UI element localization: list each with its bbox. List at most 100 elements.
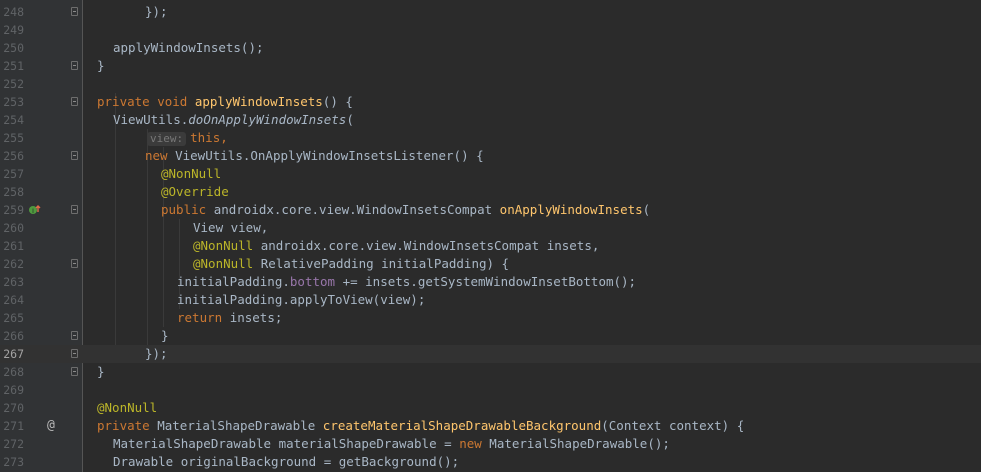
code-token: public (161, 202, 214, 217)
code-token: @NonNull (193, 256, 261, 271)
fold-marker-icon[interactable] (71, 259, 78, 268)
code-token: @NonNull (193, 238, 261, 253)
override-method-icon[interactable]: I (28, 201, 42, 219)
code-token: MaterialShapeDrawable (157, 418, 323, 433)
code-token: createMaterialShapeDrawableBackground (322, 418, 602, 433)
code-token: ViewUtils. (113, 112, 189, 127)
line-number: 266 (3, 329, 24, 343)
line-number: 257 (3, 167, 24, 181)
code-line[interactable]: 272 MaterialShapeDrawable materialShapeDr… (0, 435, 981, 453)
code-text: } (161, 327, 169, 345)
code-line[interactable]: 268} (0, 363, 981, 381)
code-text: private MaterialShapeDrawable createMate… (97, 417, 744, 435)
code-text: Drawable originalBackground = getBackgro… (113, 453, 459, 471)
code-text: } (97, 363, 105, 381)
code-line[interactable]: 269 (0, 381, 981, 399)
code-token: View view, (193, 220, 269, 235)
code-text: }); (145, 3, 168, 21)
code-token: androidx.core.view.WindowInsetsCompat in… (260, 238, 600, 253)
code-line[interactable]: 265 return insets; (0, 309, 981, 327)
code-line[interactable]: 258 @Override (0, 183, 981, 201)
code-line[interactable]: 251} (0, 57, 981, 75)
code-line[interactable]: 255 view: this, (0, 129, 981, 147)
code-line[interactable]: 254 ViewUtils.doOnApplyWindowInsets( (0, 111, 981, 129)
code-line[interactable]: 263 initialPadding.bottom += insets.getSy… (0, 273, 981, 291)
at-annotation-icon[interactable]: @ (47, 417, 55, 435)
code-text: @NonNull androidx.core.view.WindowInsets… (193, 237, 599, 255)
line-number: 256 (3, 149, 24, 163)
code-line[interactable]: 266} (0, 327, 981, 345)
code-text: @NonNull RelativePadding initialPadding)… (193, 255, 509, 273)
code-line[interactable]: 267}); (0, 345, 981, 363)
parameter-hint: view: (147, 132, 187, 146)
code-line[interactable]: 262 @NonNull RelativePadding initialPaddi… (0, 255, 981, 273)
code-line[interactable]: 270 @NonNull (0, 399, 981, 417)
code-text: initialPadding.applyToView(view); (177, 291, 425, 309)
code-line[interactable]: 257 @NonNull (0, 165, 981, 183)
code-line[interactable]: 256 new ViewUtils.OnApplyWindowInsetsList… (0, 147, 981, 165)
code-token: MaterialShapeDrawable materialShapeDrawa… (113, 436, 460, 451)
code-token: return (177, 310, 230, 325)
fold-marker-icon[interactable] (71, 61, 78, 70)
code-line[interactable]: 273 Drawable originalBackground = getBack… (0, 453, 981, 471)
line-number: 273 (3, 455, 24, 469)
code-line[interactable]: 253 private void applyWindowInsets() { (0, 93, 981, 111)
code-editor[interactable]: 248}); 249 250 applyWindowInsets(); 251} 252 2… (0, 0, 981, 472)
line-number: 265 (3, 311, 24, 325)
line-number: 269 (3, 383, 24, 397)
code-text: @Override (161, 183, 229, 201)
code-token: applyWindowInsets (194, 94, 323, 109)
code-token: new (145, 148, 176, 163)
code-token: }); (145, 346, 168, 361)
code-token: } (97, 58, 105, 73)
code-text: } (97, 57, 105, 75)
code-token: void (157, 94, 195, 109)
line-number: 263 (3, 275, 24, 289)
code-token: @Override (161, 184, 229, 199)
code-token: (Context context) { (601, 418, 745, 433)
code-token: bottom (289, 274, 336, 289)
fold-marker-icon[interactable] (71, 331, 78, 340)
fold-marker-icon[interactable] (71, 367, 78, 376)
line-number: 260 (3, 221, 24, 235)
code-token: ( (346, 112, 354, 127)
code-text: MaterialShapeDrawable materialShapeDrawa… (113, 435, 670, 453)
code-text: initialPadding.bottom += insets.getSyste… (177, 273, 636, 291)
code-line[interactable]: 261 @NonNull androidx.core.view.WindowIns… (0, 237, 981, 255)
fold-marker-icon[interactable] (71, 205, 78, 214)
fold-marker-icon[interactable] (71, 349, 78, 358)
line-number: 255 (3, 131, 24, 145)
code-line[interactable]: 271 private MaterialShapeDrawable createM… (0, 417, 981, 435)
line-number: 270 (3, 401, 24, 415)
fold-marker-icon[interactable] (71, 151, 78, 160)
code-text: applyWindowInsets(); (113, 39, 264, 57)
line-number: 248 (3, 5, 24, 19)
code-token: applyWindowInsets(); (113, 40, 264, 55)
fold-marker-icon[interactable] (71, 97, 78, 106)
line-number: 267 (3, 347, 24, 361)
code-token: private (97, 418, 158, 433)
code-text: }); (145, 345, 168, 363)
line-number: 258 (3, 185, 24, 199)
code-token: insets; (229, 310, 283, 325)
svg-text:I: I (32, 208, 34, 215)
line-number: 272 (3, 437, 24, 451)
fold-marker-icon[interactable] (71, 7, 78, 16)
line-number: 254 (3, 113, 24, 127)
code-text: view: this, (147, 129, 228, 147)
code-line[interactable]: 260 View view, (0, 219, 981, 237)
code-line[interactable]: 248}); (0, 3, 981, 21)
code-line[interactable]: 250 applyWindowInsets(); (0, 39, 981, 57)
code-line[interactable]: 259 public androidx.core.view.WindowInset… (0, 201, 981, 219)
line-number: 251 (3, 59, 24, 73)
code-token: RelativePadding initialPadding) { (260, 256, 510, 271)
code-token: ViewUtils.OnApplyWindowInsetsListener() … (175, 148, 484, 163)
code-text: return insets; (177, 309, 282, 327)
code-line[interactable]: 252 (0, 75, 981, 93)
code-text: new ViewUtils.OnApplyWindowInsetsListene… (145, 147, 484, 165)
code-text: @NonNull (97, 399, 157, 417)
code-line[interactable]: 249 (0, 21, 981, 39)
line-number: 250 (3, 41, 24, 55)
code-token: } (97, 364, 105, 379)
code-line[interactable]: 264 initialPadding.applyToView(view); (0, 291, 981, 309)
